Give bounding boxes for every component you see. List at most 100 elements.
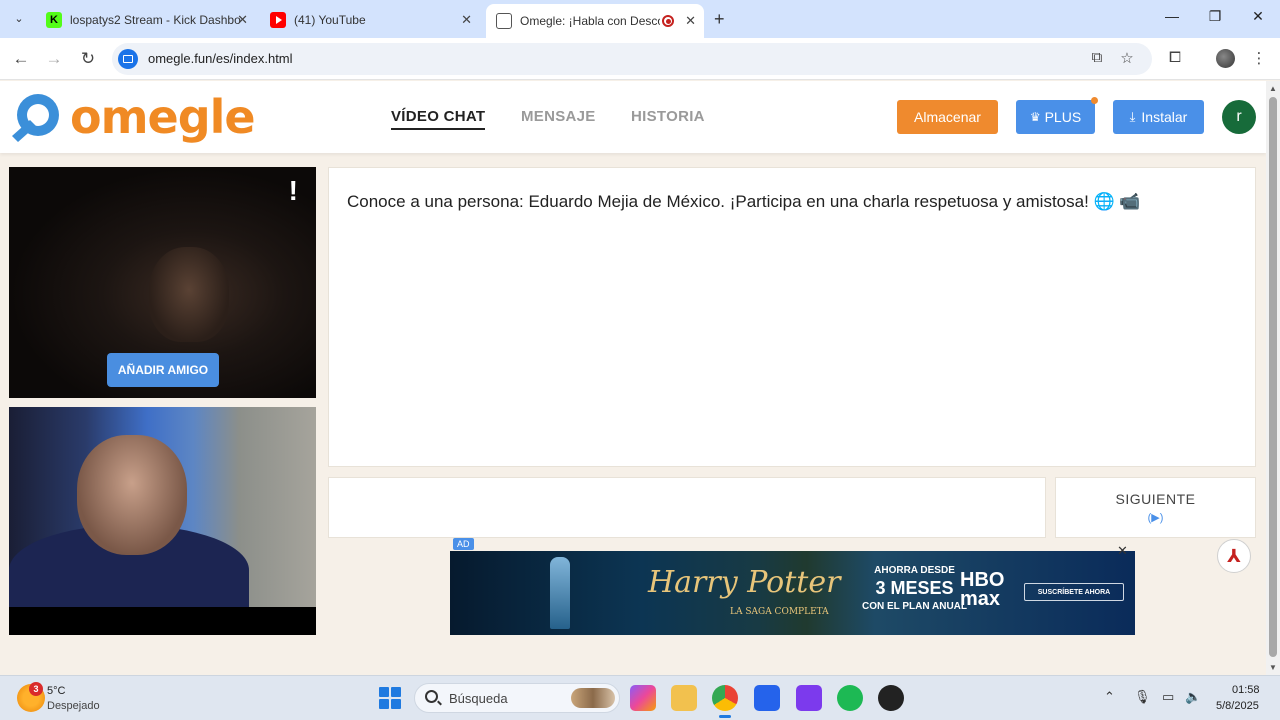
recording-icon	[662, 15, 674, 27]
clock-time[interactable]: 01:58	[1232, 684, 1260, 696]
play-icon: (▶)	[1147, 512, 1164, 524]
message-input[interactable]	[328, 477, 1046, 538]
ad-offer-line3: CON EL PLAN ANUAL	[862, 601, 967, 613]
nav-message[interactable]: MENSAJE	[521, 108, 596, 125]
next-button-label: SIGUIENTE	[1115, 491, 1196, 507]
reload-icon[interactable]: ↻	[77, 49, 99, 69]
scroll-down-icon[interactable]: ▼	[1269, 663, 1277, 672]
tab-omegle[interactable]: Omegle: ¡Habla con Descon ✕	[486, 4, 704, 38]
restore-icon[interactable]: ❐	[1205, 8, 1225, 25]
windows-logo-icon	[379, 687, 389, 697]
url-text[interactable]: omegle.fun/es/index.html	[148, 51, 293, 66]
search-icon	[425, 690, 438, 703]
weather-badge: 3	[29, 682, 43, 696]
page-scrollbar[interactable]: ▲ ▼	[1266, 81, 1280, 675]
weather-temperature[interactable]: 5°C	[47, 685, 65, 697]
address-bar[interactable]: omegle.fun/es/index.html	[112, 43, 1152, 75]
browser-toolbar: ← → ↻ omegle.fun/es/index.html ⧉ ☆ ⧠ ⋮	[0, 38, 1280, 80]
notification-dot	[1091, 97, 1098, 104]
browser-tab-strip: ⌄ K lospatys2 Stream - Kick Dashbo ✕ (41…	[0, 0, 1280, 38]
site-header: omegle VÍDEO CHAT MENSAJE HISTORIA Almac…	[0, 81, 1266, 153]
nav-video-chat[interactable]: VÍDEO CHAT	[391, 108, 486, 130]
active-app-indicator	[719, 715, 731, 718]
ad-offer: AHORRA DESDE 3 MESES CON EL PLAN ANUAL	[862, 564, 967, 613]
copilot-icon[interactable]	[630, 685, 656, 711]
report-icon[interactable]: !	[289, 175, 298, 207]
store-app-icon[interactable]	[754, 685, 780, 711]
add-friend-button[interactable]: AÑADIR AMIGO	[107, 353, 219, 387]
chat-log: Conoce a una persona: Eduardo Mejia de M…	[328, 167, 1256, 467]
volume-icon[interactable]: 🔈	[1185, 689, 1201, 705]
omegle-logo-icon	[12, 94, 59, 142]
close-window-icon[interactable]: ✕	[1248, 8, 1268, 25]
ad-close-icon[interactable]: ✕	[1117, 543, 1128, 559]
site-info-icon[interactable]	[118, 49, 138, 69]
close-tab-icon[interactable]: ✕	[685, 13, 696, 29]
ad-banner[interactable]: Harry Potter LA SAGA COMPLETA AHORRA DES…	[450, 551, 1135, 635]
tab-youtube[interactable]: (41) YouTube ✕	[260, 6, 480, 34]
ad-subtitle: LA SAGA COMPLETA	[730, 607, 829, 617]
microphone-icon[interactable]: 🎙	[1134, 689, 1151, 705]
tab-title: Omegle: ¡Habla con Descon	[520, 14, 660, 28]
weather-description[interactable]: Despejado	[47, 700, 100, 712]
extensions-icon[interactable]: ⧠	[1165, 49, 1185, 66]
youtube-icon	[270, 12, 286, 28]
plus-button-label: PLUS	[1044, 109, 1082, 125]
game-controller-icon[interactable]	[796, 685, 822, 711]
tab-kick[interactable]: K lospatys2 Stream - Kick Dashbo ✕	[36, 6, 256, 34]
start-button[interactable]	[379, 687, 401, 709]
globe-icon	[496, 13, 512, 29]
minimize-icon[interactable]: —	[1162, 8, 1182, 24]
file-explorer-icon[interactable]	[671, 685, 697, 711]
search-highlight-image	[571, 688, 615, 708]
spotify-icon[interactable]	[837, 685, 863, 711]
obs-icon[interactable]	[878, 685, 904, 711]
download-icon: ⤓	[1129, 109, 1136, 124]
forward-arrow-icon[interactable]: →	[43, 49, 65, 69]
windows-logo-icon	[391, 699, 401, 709]
stranger-video-frame	[149, 247, 229, 342]
site-logo[interactable]: omegle	[8, 89, 256, 145]
ad-title: Harry Potter	[648, 565, 841, 600]
windows-logo-icon	[391, 687, 401, 697]
ad-offer-line1: AHORRA DESDE	[874, 565, 955, 576]
user-avatar[interactable]: r	[1222, 100, 1256, 134]
install-app-icon[interactable]: ⧉	[1087, 49, 1107, 66]
page-content: omegle VÍDEO CHAT MENSAJE HISTORIA Almac…	[0, 81, 1266, 675]
system-message: Conoce a una persona: Eduardo Mejia de M…	[347, 192, 1141, 211]
search-placeholder: Búsqueda	[449, 691, 508, 706]
self-video-face	[77, 435, 187, 555]
browser-profile-avatar[interactable]	[1216, 49, 1235, 68]
ad-offer-line2: 3 MESES	[875, 578, 954, 598]
nav-history[interactable]: HISTORIA	[631, 108, 705, 125]
ad-brand-logo: HBO max	[960, 570, 1004, 610]
chrome-icon[interactable]	[712, 685, 738, 711]
tab-title: (41) YouTube	[294, 13, 366, 27]
install-button[interactable]: ⤓ Instalar	[1113, 100, 1204, 134]
next-button[interactable]: SIGUIENTE (▶)	[1055, 477, 1256, 538]
network-icon[interactable]: ▭	[1162, 689, 1174, 705]
kick-icon: K	[46, 12, 62, 28]
tab-title: lospatys2 Stream - Kick Dashbo	[70, 13, 241, 27]
ad-badge: AD	[453, 538, 474, 550]
close-tab-icon[interactable]: ✕	[461, 12, 472, 28]
ad-figure-image	[550, 557, 570, 629]
chevron-up-icon[interactable]: ⌃	[1104, 689, 1115, 705]
bookmark-star-icon[interactable]: ☆	[1117, 49, 1137, 67]
new-tab-button[interactable]: +	[714, 9, 725, 30]
more-menu-icon[interactable]: ⋮	[1249, 49, 1269, 67]
scroll-up-icon[interactable]: ▲	[1269, 84, 1277, 93]
ad-cta-button[interactable]: SUSCRÍBETE AHORA	[1024, 583, 1124, 601]
plus-button[interactable]: ♛ PLUS	[1016, 97, 1098, 134]
clock-date[interactable]: 5/8/2025	[1216, 700, 1259, 712]
pdf-tool-icon[interactable]: ⅄	[1217, 539, 1251, 573]
taskbar-search[interactable]: Búsqueda	[414, 683, 620, 713]
crown-icon: ♛	[1029, 110, 1041, 124]
close-tab-icon[interactable]: ✕	[237, 12, 248, 28]
back-arrow-icon[interactable]: ←	[10, 49, 32, 69]
windows-taskbar: 3 5°C Despejado Búsqueda ⌃ 🎙 ▭ 🔈 01:58 5…	[0, 675, 1280, 720]
scrollbar-thumb[interactable]	[1269, 97, 1277, 657]
store-button[interactable]: Almacenar	[897, 100, 998, 134]
ad-brand-line2: max	[960, 588, 1001, 610]
tab-search-icon[interactable]: ⌄	[10, 10, 28, 28]
